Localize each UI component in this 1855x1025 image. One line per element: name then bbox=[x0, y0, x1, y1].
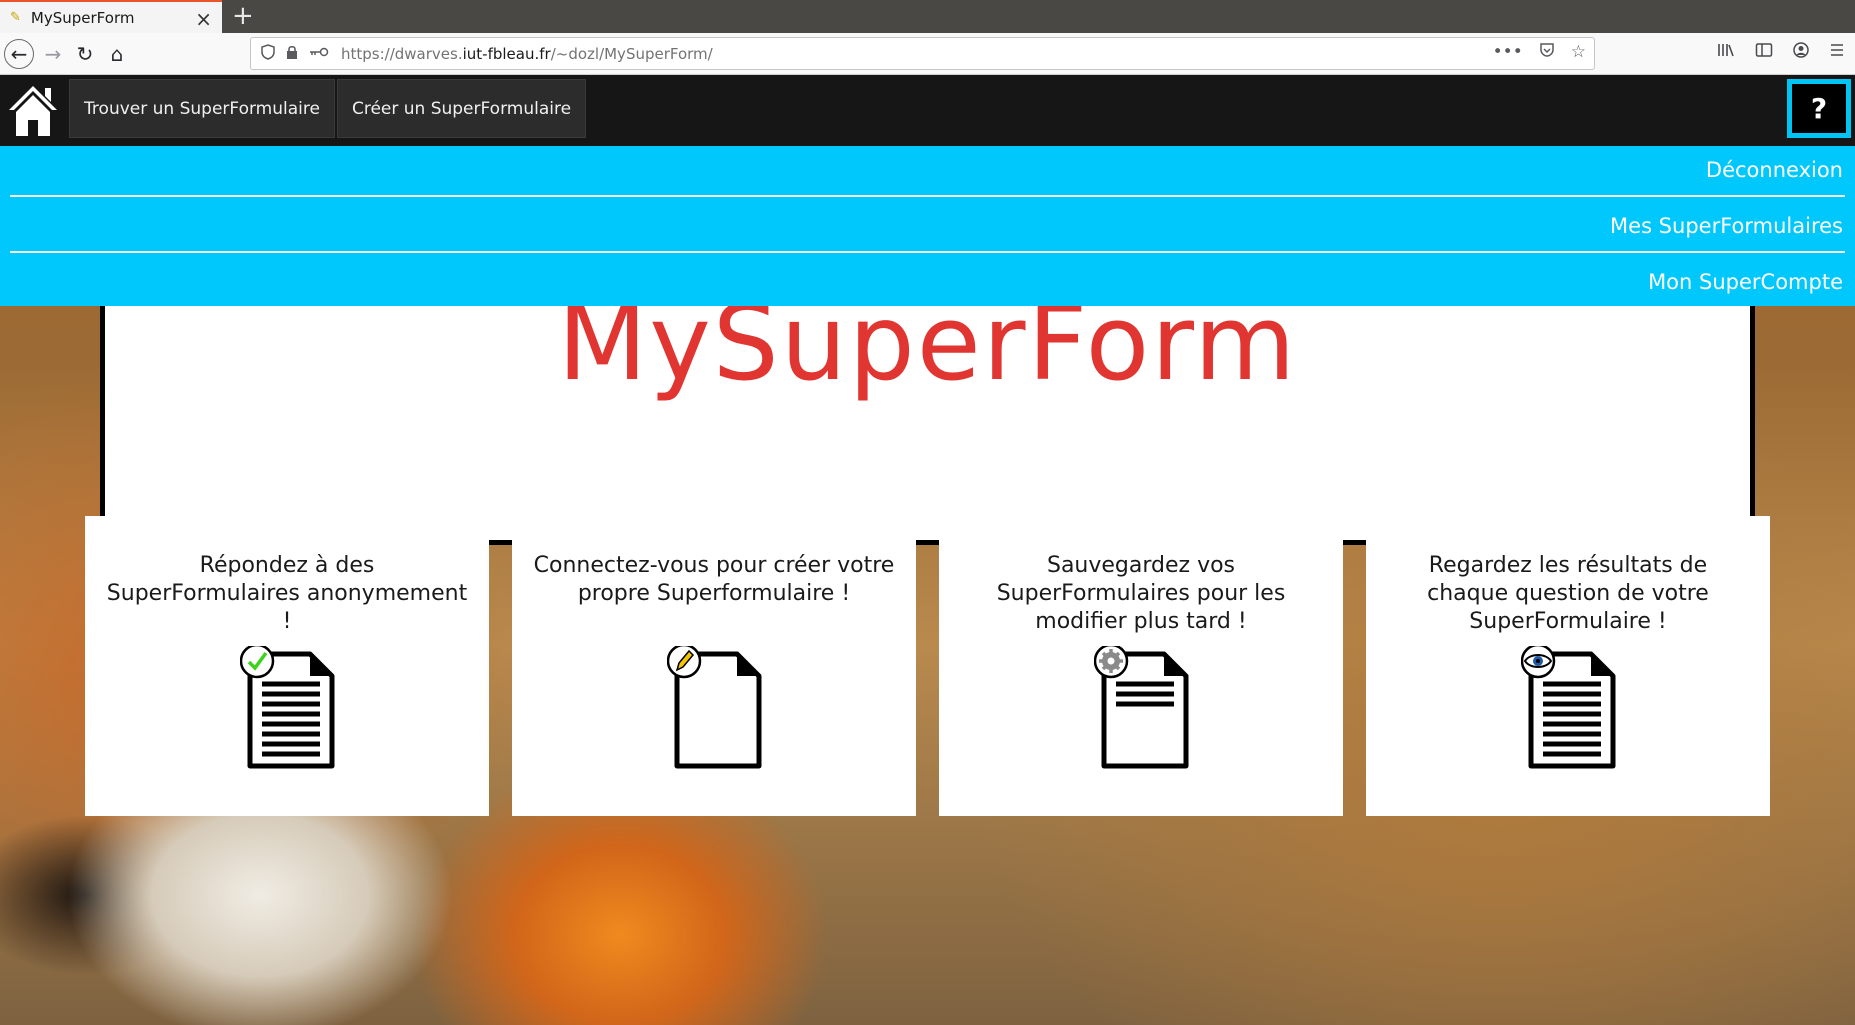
document-gear-icon bbox=[1094, 646, 1189, 769]
document-check-icon bbox=[240, 646, 335, 769]
document-pencil-icon bbox=[667, 646, 762, 769]
dropdown-divider bbox=[10, 251, 1845, 253]
home-button[interactable]: ⌂ bbox=[102, 39, 132, 69]
page-actions-icon[interactable]: ••• bbox=[1493, 42, 1523, 63]
document-eye-icon bbox=[1521, 646, 1616, 769]
nav-create-form[interactable]: Créer un SuperFormulaire bbox=[337, 79, 586, 138]
feature-card-create: Connectez-vous pour créer votre propre S… bbox=[512, 516, 916, 816]
bookmark-star-icon[interactable]: ☆ bbox=[1571, 42, 1586, 63]
feature-card-results: Regardez les résultats de chaque questio… bbox=[1366, 516, 1770, 816]
dropdown-divider bbox=[10, 195, 1845, 197]
shield-icon[interactable] bbox=[261, 43, 275, 64]
help-button[interactable]: ? bbox=[1787, 79, 1851, 138]
page-content: Trouver un SuperFormulaire Créer un Supe… bbox=[0, 75, 1855, 1025]
close-tab-icon[interactable]: × bbox=[195, 7, 212, 31]
card-text: Sauvegardez vos SuperFormulaires pour le… bbox=[996, 553, 1286, 634]
sidebar-icon[interactable] bbox=[1755, 42, 1773, 63]
feature-card-answer: Répondez à des SuperFormulaires anonymem… bbox=[85, 516, 489, 816]
library-icon[interactable] bbox=[1717, 42, 1735, 63]
tab-title: MySuperForm bbox=[30, 8, 135, 27]
forward-button[interactable]: → bbox=[38, 39, 68, 69]
browser-tab[interactable]: ✎ MySuperForm × bbox=[0, 0, 222, 33]
key-icon[interactable] bbox=[309, 46, 329, 62]
lock-icon[interactable] bbox=[285, 44, 299, 64]
reload-button[interactable]: ↻ bbox=[70, 39, 100, 69]
new-tab-button[interactable]: + bbox=[232, 1, 254, 31]
account-dropdown-menu: Déconnexion Mes SuperFormulaires Mon Sup… bbox=[0, 146, 1855, 306]
browser-tab-bar: ✎ MySuperForm × + bbox=[0, 0, 1855, 33]
url-bar[interactable]: https://dwarves.iut-fbleau.fr/~dozl/MySu… bbox=[250, 37, 1595, 70]
browser-toolbar: ← → ↻ ⌂ https://dwarves.iut-fbleau.fr/~d… bbox=[0, 33, 1855, 75]
feature-card-save: Sauvegardez vos SuperFormulaires pour le… bbox=[939, 516, 1343, 816]
card-text: Répondez à des SuperFormulaires anonymem… bbox=[106, 553, 468, 634]
card-text: Regardez les résultats de chaque questio… bbox=[1427, 553, 1709, 634]
url-text[interactable]: https://dwarves.iut-fbleau.fr/~dozl/MySu… bbox=[341, 45, 713, 63]
pencil-favicon-icon: ✎ bbox=[10, 10, 21, 25]
dropdown-item-my-account[interactable]: Mon SuperCompte bbox=[10, 258, 1845, 306]
nav-find-form[interactable]: Trouver un SuperFormulaire bbox=[69, 79, 335, 138]
dropdown-item-logout[interactable]: Déconnexion bbox=[10, 146, 1845, 194]
house-icon bbox=[9, 86, 57, 136]
site-home-button[interactable] bbox=[7, 82, 59, 140]
back-button[interactable]: ← bbox=[4, 39, 34, 69]
menu-icon[interactable] bbox=[1829, 42, 1845, 63]
dropdown-item-my-forms[interactable]: Mes SuperFormulaires bbox=[10, 202, 1845, 250]
account-icon[interactable] bbox=[1793, 42, 1809, 63]
site-header: Trouver un SuperFormulaire Créer un Supe… bbox=[0, 75, 1855, 146]
pocket-icon[interactable] bbox=[1539, 42, 1555, 63]
card-text: Connectez-vous pour créer votre propre S… bbox=[533, 553, 895, 606]
